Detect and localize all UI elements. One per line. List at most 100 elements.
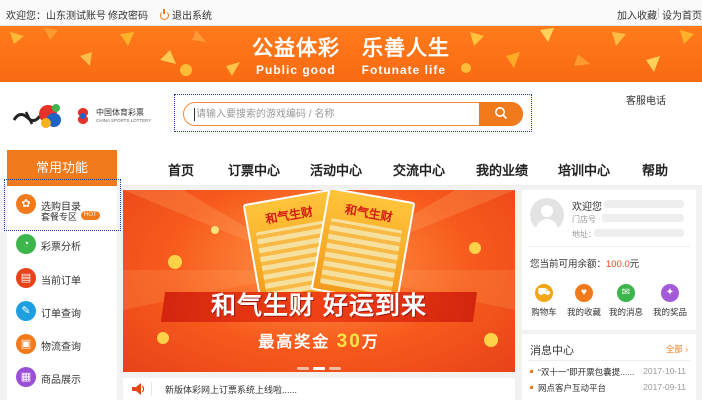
- carousel-dot[interactable]: [329, 367, 341, 370]
- message-text: 网点客户互动平台: [538, 383, 607, 393]
- message-icon: ✉: [617, 284, 635, 302]
- ticket-grid: [319, 218, 403, 296]
- action-label: 我的奖品: [652, 307, 687, 317]
- product-icon: ▦: [16, 367, 36, 387]
- search-button[interactable]: [479, 102, 523, 126]
- text-caret: [194, 108, 195, 121]
- prizes-button[interactable]: ✦ 我的奖品: [650, 284, 690, 318]
- carousel-dot-active[interactable]: [313, 367, 325, 370]
- notice-bar: 新版体彩网上订票系统上线啦......: [123, 378, 515, 400]
- promo-headline: 和气生财 好运到来: [211, 292, 427, 320]
- cart-icon: ⛟: [535, 284, 553, 302]
- favorites-button[interactable]: ♥ 我的收藏: [564, 284, 604, 318]
- welcome-text: 欢迎您：山东测试账号: [6, 11, 106, 22]
- sidebar-item-products[interactable]: ▦ 商品展示: [7, 361, 117, 394]
- bullet-icon: [530, 386, 533, 389]
- logistics-icon: ▣: [16, 334, 36, 354]
- search-focus-outline: [174, 94, 532, 132]
- logout-label: 退出系统: [172, 11, 212, 22]
- notice-link[interactable]: 新版体彩网上订票系统上线啦......: [165, 383, 297, 396]
- prize-amount: 30: [336, 331, 362, 352]
- message-item[interactable]: 网点客户互动平台 2017-09-11: [530, 382, 692, 394]
- sidebar-item-logistics[interactable]: ▣ 物流查询: [7, 328, 117, 361]
- message-date: 2017-09-11: [643, 382, 686, 392]
- promo-prize: 最高奖金 30万: [123, 328, 515, 353]
- store-number-redacted: [602, 214, 684, 222]
- order-icon: ▤: [16, 268, 36, 288]
- bullet-icon: [530, 370, 533, 373]
- promo-carousel[interactable]: 和气生财 和气生财 和气生财 好运到来 最高奖金 30万: [123, 190, 515, 372]
- nav-item-booking[interactable]: 订票中心: [228, 160, 280, 179]
- search-input[interactable]: [196, 107, 466, 122]
- sidebar-item-label: 订单查询: [41, 309, 81, 320]
- store-label: 门店号: [572, 215, 596, 224]
- lottery-name: 中国体育彩票: [96, 108, 144, 117]
- sidebar-item-label: 物流查询: [41, 342, 81, 353]
- balance-amount: 100.0: [606, 259, 630, 270]
- action-label: 我的收藏: [566, 307, 601, 317]
- nav-item-training[interactable]: 培训中心: [558, 160, 610, 179]
- message-center: 消息中心 全部 › “双十一”即开票包囊提...... 2017-10-11 网…: [522, 334, 696, 400]
- balance-unit: 元: [629, 259, 640, 270]
- nav-item-performance[interactable]: 我的业绩: [476, 160, 528, 179]
- username-redacted: [604, 200, 684, 208]
- page: 欢迎您：山东测试账号 修改密码 退出系统 加入收藏 设为首页 公益体彩 乐善人生…: [0, 0, 702, 400]
- search-icon: [495, 106, 508, 119]
- prize-prefix: 最高奖金: [258, 334, 331, 351]
- action-label: 购物车: [531, 307, 557, 317]
- message-center-title: 消息中心: [530, 345, 574, 357]
- avatar[interactable]: [530, 198, 564, 232]
- message-item[interactable]: “双十一”即开票包囊提...... 2017-10-11: [530, 366, 692, 378]
- app-logo[interactable]: [10, 98, 66, 132]
- sports-lottery-icon: [77, 108, 89, 124]
- logout-link[interactable]: 退出系统: [160, 7, 212, 22]
- message-date: 2017-10-11: [643, 366, 686, 376]
- nav-item-home[interactable]: 首页: [168, 160, 194, 179]
- sidebar-item-current-order[interactable]: ▤ 当前订单: [7, 262, 117, 295]
- divider: [528, 360, 690, 361]
- divider: [658, 8, 659, 18]
- top-bar: 欢迎您：山东测试账号 修改密码 退出系统 加入收藏 设为首页: [0, 0, 702, 26]
- cart-button[interactable]: ⛟ 购物车: [524, 284, 564, 318]
- hotline-label: 客服电话: [626, 96, 666, 107]
- nav-item-activity[interactable]: 活动中心: [310, 160, 362, 179]
- banner-title: 公益体彩 乐善人生: [252, 36, 450, 60]
- search-box: [183, 102, 523, 126]
- header: 中国体育彩票 CHINA SPORTS LOTTERY 客服电话: [0, 82, 702, 150]
- sports-lottery-logo: 中国体育彩票 CHINA SPORTS LOTTERY: [74, 104, 158, 128]
- set-homepage-link[interactable]: 设为首页: [662, 7, 702, 22]
- sidebar-item-label: 彩票分析: [41, 242, 81, 253]
- slogan-banner: 公益体彩 乐善人生 Public good Fotunate life: [0, 26, 702, 82]
- action-label: 我的消息: [608, 307, 643, 317]
- carousel-dot[interactable]: [297, 367, 309, 370]
- lottery-name-en: CHINA SPORTS LOTTERY: [96, 118, 152, 123]
- sidebar-item-label: 商品展示: [41, 375, 81, 386]
- sidebar-focus-outline: [4, 179, 121, 231]
- balance-label: 您当前可用余额：: [530, 259, 607, 270]
- messages-button[interactable]: ✉ 我的消息: [606, 284, 646, 318]
- message-text: “双十一”即开票包囊提......: [538, 367, 635, 377]
- sidebar-item-label: 当前订单: [41, 276, 81, 287]
- nav-item-help[interactable]: 帮助: [642, 160, 668, 179]
- carousel-indicators: [123, 362, 515, 372]
- order-search-icon: ✎: [16, 301, 36, 321]
- heart-icon: ♥: [575, 284, 593, 302]
- prize-suffix: 万: [361, 334, 380, 351]
- speaker-icon: [132, 383, 145, 395]
- balance-line: 您当前可用余额：100.0元: [530, 256, 639, 270]
- divider: [151, 382, 152, 396]
- view-all-link[interactable]: 全部 ›: [666, 343, 688, 355]
- gift-icon: ✦: [661, 284, 679, 302]
- banner-subtitle: Public good Fotunate life: [256, 63, 446, 77]
- power-icon: [160, 9, 169, 20]
- address-label: 地址：: [572, 230, 596, 239]
- nav-item-community[interactable]: 交流中心: [393, 160, 445, 179]
- change-password-link[interactable]: 修改密码: [108, 7, 148, 22]
- add-favorite-link[interactable]: 加入收藏: [617, 7, 657, 22]
- divider: [528, 246, 690, 247]
- user-welcome: 欢迎您: [572, 202, 602, 213]
- address-redacted: [594, 229, 684, 237]
- analysis-icon: ◔: [16, 234, 36, 254]
- sidebar-item-order-search[interactable]: ✎ 订单查询: [7, 295, 117, 328]
- sidebar-item-analysis[interactable]: ◔ 彩票分析: [7, 228, 117, 261]
